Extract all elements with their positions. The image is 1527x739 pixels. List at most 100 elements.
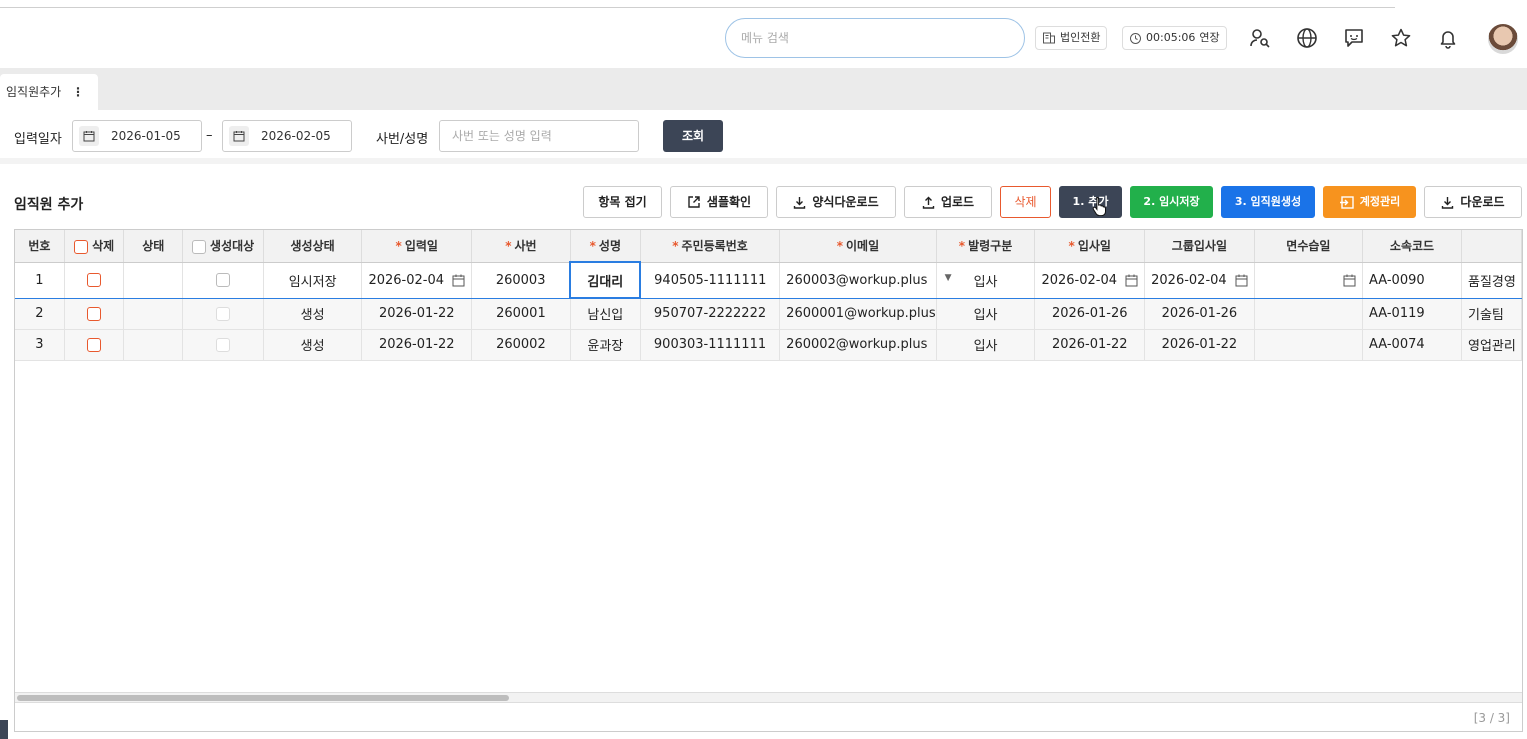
session-extend-button[interactable]: 00:05:06 연장 bbox=[1122, 26, 1227, 50]
calendar-icon[interactable] bbox=[1343, 274, 1356, 287]
date-to-input[interactable]: 2026-02-05 bbox=[222, 120, 352, 152]
sample-button[interactable]: 샘플확인 bbox=[670, 186, 768, 218]
row-delete-checkbox[interactable] bbox=[87, 337, 102, 352]
download-icon bbox=[1442, 196, 1454, 209]
row-target-checkbox[interactable] bbox=[216, 273, 231, 287]
user-search-icon[interactable] bbox=[1246, 24, 1274, 52]
cell-input-date[interactable]: 2026-02-04 bbox=[361, 261, 473, 299]
company-switch-button[interactable]: 법인전환 bbox=[1035, 26, 1108, 50]
cell-emp-no[interactable]: 260003 bbox=[471, 261, 571, 299]
col-order-type: * 발령구분 bbox=[936, 230, 1036, 263]
col-probation: 면수습일 bbox=[1254, 230, 1364, 263]
globe-icon[interactable] bbox=[1293, 24, 1321, 52]
row-target-checkbox bbox=[216, 337, 231, 352]
message-icon[interactable] bbox=[1340, 24, 1368, 52]
menu-search-input[interactable]: 메뉴 검색 bbox=[725, 18, 1025, 58]
cell-order-type: 입사 bbox=[936, 298, 1036, 330]
cell-rrn[interactable]: 940505-1111111 bbox=[640, 261, 781, 299]
upload-icon bbox=[922, 196, 935, 209]
collapse-button[interactable]: 항목 접기 bbox=[583, 186, 662, 218]
cell-emp-no: 260001 bbox=[471, 298, 571, 330]
building-icon bbox=[1043, 32, 1055, 44]
cell-email[interactable]: 260003@workup.plus bbox=[779, 261, 937, 299]
col-dept-name bbox=[1461, 230, 1522, 263]
cell-delete[interactable] bbox=[64, 298, 125, 330]
cell-input-date: 2026-01-22 bbox=[361, 329, 473, 361]
calendar-icon[interactable] bbox=[1125, 274, 1138, 287]
download-icon bbox=[794, 196, 806, 209]
row-target-checkbox bbox=[216, 306, 231, 321]
download-button[interactable]: 다운로드 bbox=[1424, 186, 1522, 218]
cell-delete[interactable] bbox=[64, 261, 125, 299]
col-email-label: 이메일 bbox=[845, 239, 880, 254]
cell-group-join[interactable]: 2026-02-04 bbox=[1144, 261, 1255, 299]
bell-icon[interactable] bbox=[1434, 24, 1462, 52]
delete-button[interactable]: 삭제 bbox=[1000, 186, 1051, 218]
col-name: * 성명 bbox=[570, 230, 641, 263]
cell-target[interactable] bbox=[182, 261, 264, 299]
table-row[interactable]: 1 임시저장 2026-02-04 260003 김대리 940505-1111… bbox=[15, 261, 1522, 299]
calendar-icon[interactable] bbox=[1235, 274, 1248, 287]
more-vertical-icon[interactable]: ⋮ bbox=[72, 74, 84, 110]
cell-target bbox=[182, 298, 264, 330]
calendar-icon[interactable] bbox=[229, 126, 249, 146]
col-target[interactable]: 생성대상 bbox=[182, 230, 264, 263]
query-button[interactable]: 조회 bbox=[663, 120, 723, 152]
employee-search-input[interactable]: 사번 또는 성명 입력 bbox=[439, 120, 639, 152]
row-delete-checkbox[interactable] bbox=[87, 273, 102, 287]
star-icon[interactable] bbox=[1387, 24, 1415, 52]
employee-grid: 번호 삭제 상태 생성대상 생성상태 * 입력일 * 사번 * 성명 * 주민등록번호 … bbox=[14, 229, 1523, 732]
side-handle[interactable] bbox=[0, 720, 8, 739]
cell-dept-name: 기술팀 bbox=[1461, 298, 1522, 330]
account-manage-button[interactable]: 계정관리 bbox=[1323, 186, 1416, 218]
date-from-input[interactable]: 2026-01-05 bbox=[72, 120, 202, 152]
scrollbar-thumb[interactable] bbox=[17, 695, 509, 701]
cell-probation[interactable] bbox=[1254, 261, 1364, 299]
dropdown-caret-icon[interactable]: ▼ bbox=[945, 273, 952, 283]
timer-icon bbox=[1130, 32, 1141, 44]
table-header-row: 번호 삭제 상태 생성대상 생성상태 * 입력일 * 사번 * 성명 * 주민등록번호 … bbox=[15, 230, 1522, 263]
create-employee-button[interactable]: 3. 임직원생성 bbox=[1221, 186, 1315, 218]
external-link-icon bbox=[688, 196, 700, 208]
sample-label: 샘플확인 bbox=[706, 195, 752, 209]
row-delete-checkbox[interactable] bbox=[87, 306, 102, 321]
horizontal-scrollbar[interactable] bbox=[15, 692, 1522, 702]
cell-dept-name[interactable]: 품질경영 bbox=[1461, 261, 1522, 299]
cell-name: 남신입 bbox=[570, 298, 641, 330]
upload-button[interactable]: 업로드 bbox=[904, 186, 992, 218]
temp-save-button[interactable]: 2. 임시저장 bbox=[1130, 186, 1213, 218]
cell-order-type[interactable]: ▼ 입사 bbox=[936, 261, 1036, 299]
cell-name: 윤과장 bbox=[570, 329, 641, 361]
cell-dept-code[interactable]: AA-0090 bbox=[1362, 261, 1462, 299]
col-delete[interactable]: 삭제 bbox=[64, 230, 125, 263]
collapse-label: 항목 접기 bbox=[598, 195, 647, 209]
upload-label: 업로드 bbox=[940, 195, 975, 209]
select-all-delete-checkbox[interactable] bbox=[73, 239, 88, 254]
cell-no: 1 bbox=[15, 261, 65, 299]
col-name-label: 성명 bbox=[598, 239, 621, 253]
cell-delete[interactable] bbox=[64, 329, 125, 361]
cell-status bbox=[123, 329, 184, 361]
order-type-value: 입사 bbox=[973, 274, 998, 290]
calendar-icon[interactable] bbox=[452, 274, 465, 287]
form-download-label: 양식다운로드 bbox=[812, 195, 879, 209]
tab-employee-add[interactable]: 임직원추가 ⋮ bbox=[0, 74, 98, 110]
top-divider bbox=[0, 0, 1395, 8]
employee-table: 번호 삭제 상태 생성대상 생성상태 * 입력일 * 사번 * 성명 * 주민등록번호 … bbox=[15, 230, 1522, 361]
col-join-date-label: 입사일 bbox=[1077, 239, 1111, 254]
select-all-target-checkbox[interactable] bbox=[191, 239, 206, 254]
cell-gen-status: 임시저장 bbox=[263, 261, 363, 299]
cell-join-date[interactable]: 2026-02-04 bbox=[1034, 261, 1146, 299]
avatar[interactable] bbox=[1488, 24, 1518, 54]
col-emp-no-label: 사번 bbox=[514, 239, 537, 254]
delete-label: 삭제 bbox=[1014, 195, 1037, 209]
date-to-value: 2026-02-05 bbox=[261, 129, 331, 143]
cell-input-date: 2026-01-22 bbox=[361, 298, 473, 330]
calendar-icon[interactable] bbox=[79, 126, 99, 146]
add-button[interactable]: 1. 추가 bbox=[1059, 186, 1122, 218]
table-row[interactable]: 3 생성 2026-01-22 260002 윤과장 900303-111111… bbox=[15, 329, 1522, 361]
table-row[interactable]: 2 생성 2026-01-22 260001 남신입 950707-222222… bbox=[15, 298, 1522, 330]
form-download-button[interactable]: 양식다운로드 bbox=[776, 186, 896, 218]
col-rrn-label: 주민등록번호 bbox=[681, 239, 748, 254]
cell-name-selected[interactable]: 김대리 bbox=[569, 261, 642, 299]
